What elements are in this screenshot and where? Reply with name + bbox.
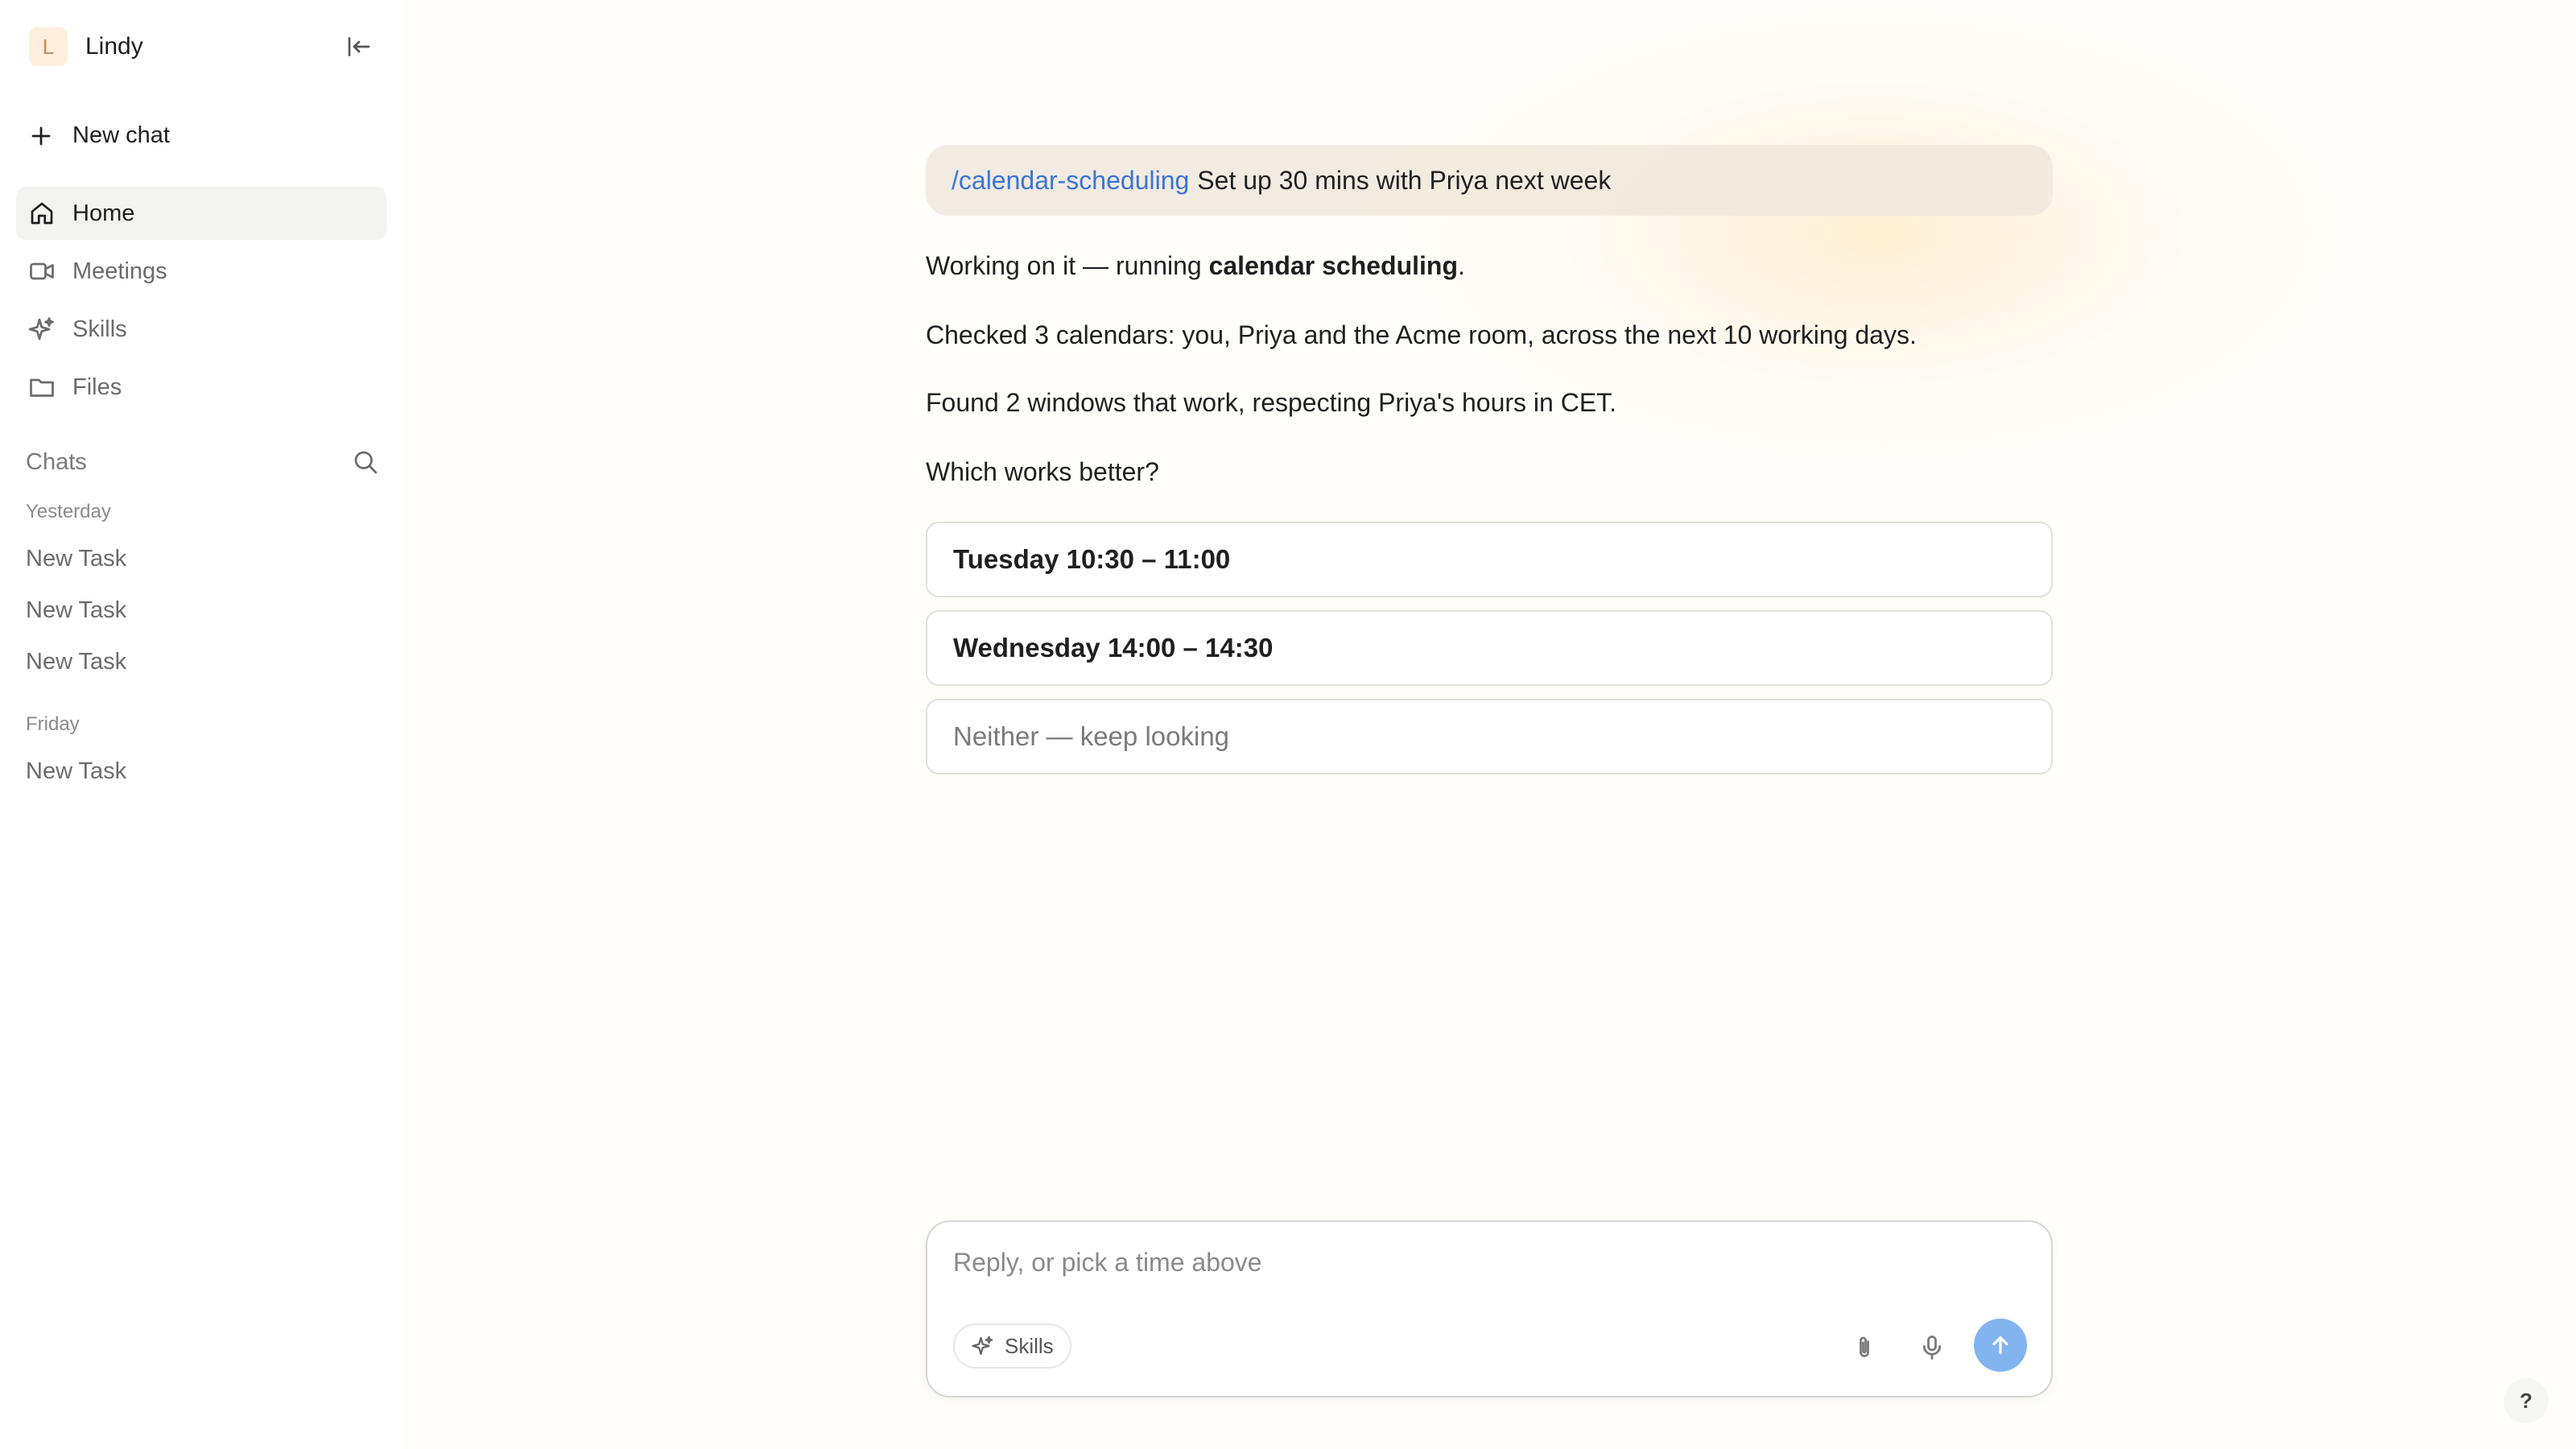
send-button[interactable] [1974, 1319, 2027, 1372]
assistant-message-status: Working on it — running calendar schedul… [926, 250, 1465, 282]
nav-item-label: Files [72, 374, 122, 400]
reply-input[interactable] [953, 1248, 1839, 1278]
chat-group-label: Friday [26, 713, 80, 735]
time-option-neither[interactable]: Neither — keep looking [926, 699, 2053, 774]
arrow-up-icon [1992, 1336, 2008, 1354]
nav-item-label: Skills [72, 316, 127, 342]
brand-name: Lindy [85, 33, 143, 60]
help-button[interactable]: ? [2504, 1378, 2549, 1423]
time-option-wednesday[interactable]: Wednesday 14:00 – 14:30 [926, 610, 2053, 686]
status-prefix: Working on it — running [926, 251, 1209, 280]
time-option-tuesday[interactable]: Tuesday 10:30 – 11:00 [926, 522, 2053, 597]
nav-item-label: Home [72, 200, 135, 226]
paperclip-icon [1860, 1336, 1869, 1357]
nav-item-home[interactable]: Home [16, 187, 386, 240]
attach-button[interactable] [1840, 1323, 1889, 1372]
chats-label: Chats [26, 448, 87, 475]
voice-input-button[interactable] [1908, 1323, 1956, 1372]
microphone-icon [1922, 1335, 1942, 1360]
chat-list-item[interactable]: New Task [26, 758, 126, 785]
skill-command-link[interactable]: /calendar-scheduling [952, 166, 1189, 196]
app-window: L Lindy New chat Home Meetings Skills Fi… [0, 0, 2576, 1449]
sparkle-icon [28, 317, 54, 341]
chat-main-area: /calendar-scheduling Set up 30 mins with… [402, 0, 2576, 1449]
nav-item-skills[interactable]: Skills [16, 303, 386, 356]
home-icon [31, 202, 53, 225]
collapse-sidebar-icon [348, 37, 370, 56]
folder-icon [30, 378, 54, 397]
skills-button-label: Skills [1005, 1333, 1054, 1358]
assistant-message-question: Which works better? [926, 457, 1159, 486]
user-message-bubble: /calendar-scheduling Set up 30 mins with… [926, 145, 2053, 216]
chat-list-item[interactable]: New Task [26, 649, 126, 675]
workspace-brand[interactable]: L Lindy [29, 27, 143, 66]
skill-name: calendar scheduling [1208, 251, 1458, 280]
assistant-message-windows: Found 2 windows that work, respecting Pr… [926, 388, 1617, 417]
search-icon[interactable] [351, 448, 380, 477]
chat-list-item[interactable]: New Task [26, 546, 126, 572]
status-suffix: . [1458, 251, 1465, 280]
sparkle-icon [972, 1335, 993, 1356]
nav-item-label: Meetings [72, 258, 167, 284]
brand-logo: L [29, 27, 68, 66]
assistant-message-calendars: Checked 3 calendars: you, Priya and the … [926, 320, 1917, 349]
message-composer: Skills [926, 1220, 2053, 1397]
nav-item-meetings[interactable]: Meetings [16, 245, 386, 298]
new-chat-button[interactable]: New chat [29, 122, 170, 149]
collapse-sidebar-button[interactable] [341, 29, 377, 64]
chat-list-item[interactable]: New Task [26, 597, 126, 624]
chat-group-label: Yesterday [26, 501, 111, 522]
chats-section-header: Chats [26, 448, 380, 477]
sidebar: L Lindy New chat Home Meetings Skills Fi… [0, 0, 402, 1449]
nav-item-files[interactable]: Files [16, 361, 386, 414]
user-message-text: Set up 30 mins with Priya next week [1197, 165, 1612, 195]
video-icon [30, 262, 54, 280]
plus-icon [31, 126, 51, 145]
new-chat-label: New chat [72, 122, 170, 148]
skills-button[interactable]: Skills [953, 1323, 1071, 1368]
